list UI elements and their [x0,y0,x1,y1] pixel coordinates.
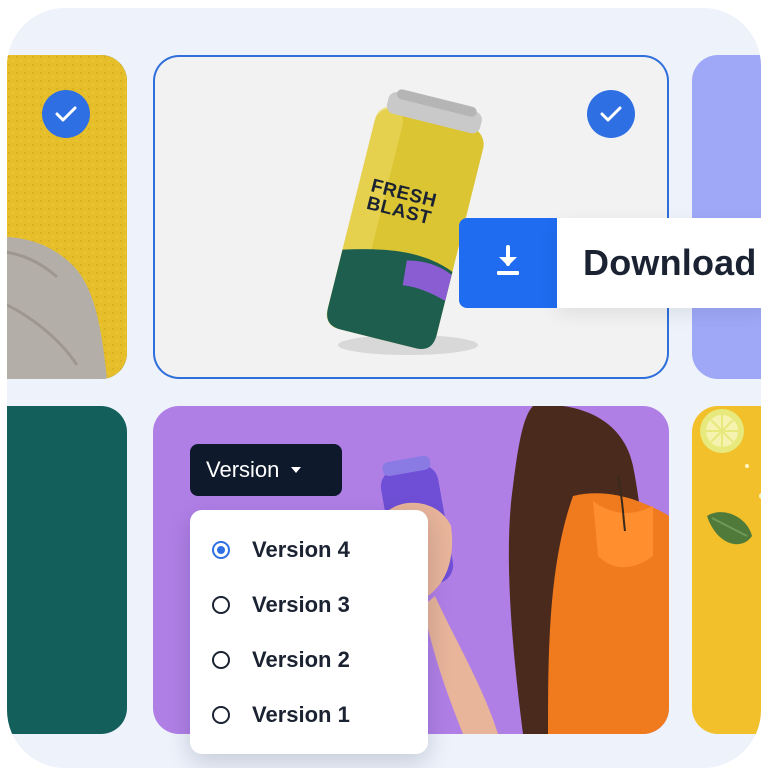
asset-card-lemon[interactable] [692,406,761,734]
version-option-label: Version 1 [252,702,350,727]
version-option-label: Version 2 [252,647,350,672]
version-dropdown-button[interactable]: Version [190,444,342,496]
version-menu: Version 4 Version 3 Version 2 Version 1 [190,510,428,754]
version-option[interactable]: Version 2 [212,640,350,680]
version-button-label: Version [206,457,280,482]
version-option[interactable]: Version 4 [212,530,350,570]
radio-icon[interactable] [212,596,230,614]
version-option-label: Version 4 [252,537,350,562]
download-icon [493,244,523,283]
asset-card-lavender[interactable] [692,55,761,379]
version-option[interactable]: Version 1 [212,695,350,735]
download-button[interactable] [459,218,557,308]
lemon-photo [700,409,761,545]
asset-card-can[interactable]: FRESH BLAST [153,55,669,379]
selected-check-icon[interactable] [587,90,635,138]
radio-icon[interactable] [212,651,230,669]
radio-icon[interactable] [212,706,230,724]
asset-card-teal[interactable] [7,406,127,734]
asset-card-person-yellow[interactable] [7,55,127,379]
version-option[interactable]: Version 3 [212,585,350,625]
caret-down-icon [291,467,302,473]
asset-gallery: FRESH BLAST Download Version Version 4 V… [7,8,761,768]
download-label[interactable]: Download [557,218,761,308]
selected-check-icon[interactable] [42,90,90,138]
radio-selected-icon[interactable] [212,541,230,559]
version-option-label: Version 3 [252,592,350,617]
